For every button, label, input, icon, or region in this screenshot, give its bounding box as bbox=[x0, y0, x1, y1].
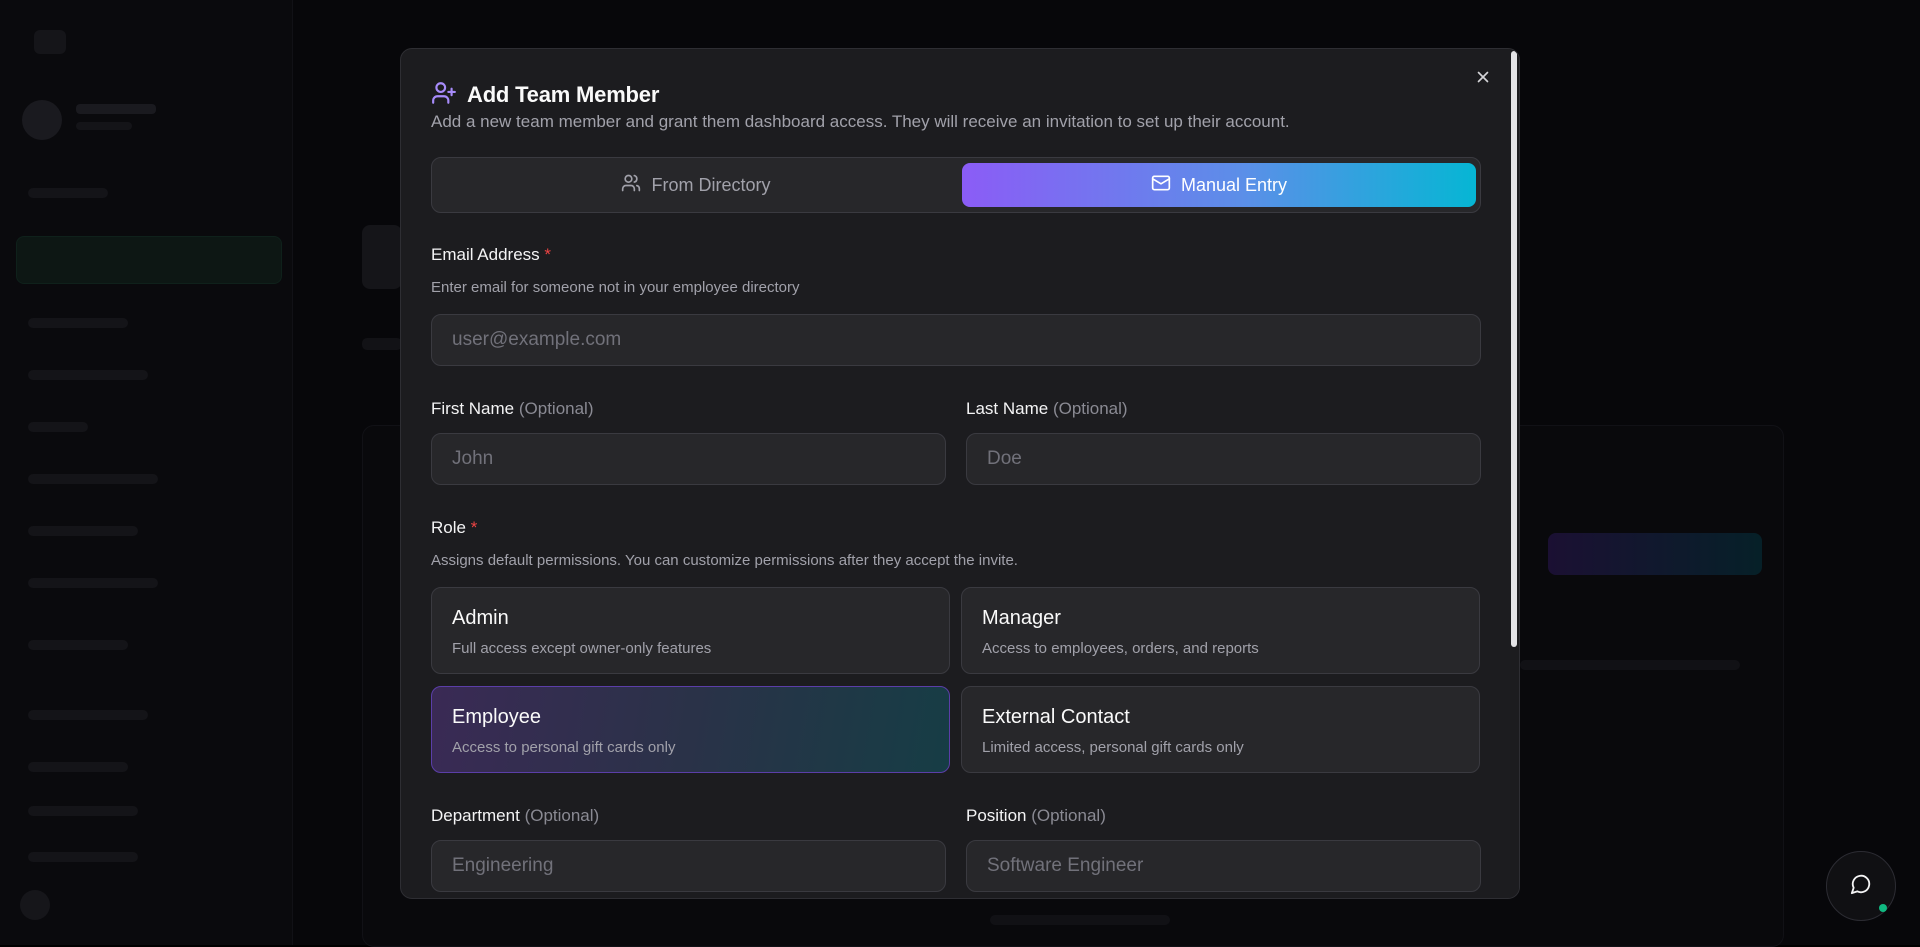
tab-from-directory-label: From Directory bbox=[651, 174, 771, 195]
department-label-text: Department bbox=[431, 806, 520, 825]
role-option-description: Limited access, personal gift cards only bbox=[982, 739, 1244, 756]
optional-marker: (Optional) bbox=[524, 806, 600, 825]
position-field[interactable] bbox=[966, 840, 1481, 892]
optional-marker: (Optional) bbox=[518, 399, 594, 418]
email-field[interactable] bbox=[431, 314, 1481, 366]
chat-bubble-icon bbox=[1850, 873, 1872, 900]
background-user-avatar bbox=[22, 100, 62, 140]
role-option-name: Manager bbox=[982, 607, 1061, 629]
background-nav-item bbox=[28, 526, 138, 536]
close-icon bbox=[1474, 68, 1492, 91]
email-label: Email Address * bbox=[431, 245, 551, 265]
background-user-name bbox=[76, 104, 156, 114]
background-logo bbox=[34, 30, 66, 54]
add-team-member-dialog: Add Team Member Add a new team member an… bbox=[400, 48, 1520, 899]
entry-mode-tabs: From Directory Manual Entry bbox=[431, 157, 1481, 213]
role-option-name: External Contact bbox=[982, 706, 1130, 728]
first-name-label: First Name (Optional) bbox=[431, 399, 594, 419]
first-name-label-text: First Name bbox=[431, 399, 515, 418]
background-nav-item bbox=[28, 474, 158, 484]
tab-manual-entry-label: Manual Entry bbox=[1180, 174, 1288, 195]
background-row bbox=[1520, 660, 1740, 670]
online-status-dot bbox=[1879, 904, 1887, 912]
background-nav-item bbox=[28, 710, 148, 720]
email-label-text: Email Address bbox=[431, 245, 540, 264]
role-option-manager[interactable]: Manager Access to employees, orders, and… bbox=[961, 587, 1480, 674]
background-nav-item bbox=[28, 852, 138, 862]
background-nav-item bbox=[28, 370, 148, 380]
tab-manual-entry[interactable]: Manual Entry bbox=[962, 163, 1476, 207]
last-name-label: Last Name (Optional) bbox=[966, 399, 1128, 419]
role-option-description: Full access except owner-only features bbox=[452, 640, 712, 657]
role-option-external-contact[interactable]: External Contact Limited access, persona… bbox=[961, 686, 1480, 773]
background-nav-item bbox=[28, 762, 128, 772]
background-nav-item bbox=[28, 578, 158, 588]
role-option-name: Employee bbox=[452, 706, 541, 728]
background-nav-item bbox=[28, 188, 108, 198]
last-name-field[interactable] bbox=[966, 433, 1481, 485]
position-label: Position (Optional) bbox=[966, 806, 1106, 826]
required-marker: * bbox=[544, 245, 552, 264]
role-option-description: Access to personal gift cards only bbox=[452, 739, 676, 756]
department-field[interactable] bbox=[431, 840, 946, 892]
role-option-description: Access to employees, orders, and reports bbox=[982, 640, 1259, 657]
last-name-label-text: Last Name bbox=[966, 399, 1049, 418]
role-option-name: Admin bbox=[452, 607, 509, 629]
department-label: Department (Optional) bbox=[431, 806, 599, 826]
background-page-subtitle bbox=[362, 338, 402, 350]
tab-from-directory[interactable]: From Directory bbox=[437, 163, 955, 207]
background-sidebar bbox=[0, 0, 293, 945]
optional-marker: (Optional) bbox=[1031, 806, 1106, 825]
background-nav-item bbox=[28, 422, 88, 432]
dialog-description: Add a new team member and grant them das… bbox=[431, 112, 1290, 131]
chat-widget-button[interactable] bbox=[1826, 851, 1896, 921]
optional-marker: (Optional) bbox=[1052, 399, 1128, 418]
dialog-header: Add Team Member bbox=[431, 77, 659, 113]
background-nav-item bbox=[28, 640, 128, 650]
dialog-scrollbar[interactable] bbox=[1509, 49, 1519, 898]
background-nav-active bbox=[16, 236, 282, 284]
users-icon bbox=[621, 173, 641, 198]
dialog-title: Add Team Member bbox=[467, 82, 660, 107]
first-name-field[interactable] bbox=[431, 433, 946, 485]
background-nav-item bbox=[28, 806, 138, 816]
user-plus-icon bbox=[431, 80, 457, 111]
role-label-text: Role bbox=[431, 518, 466, 537]
background-footer-avatar bbox=[20, 890, 50, 920]
background-user-subtitle bbox=[76, 122, 132, 130]
role-helper-text: Assigns default permissions. You can cus… bbox=[431, 552, 1018, 569]
role-label: Role * bbox=[431, 518, 477, 538]
role-option-admin[interactable]: Admin Full access except owner-only feat… bbox=[431, 587, 950, 674]
email-helper-text: Enter email for someone not in your empl… bbox=[431, 279, 800, 296]
background-row bbox=[990, 915, 1170, 925]
dialog-scrollbar-thumb[interactable] bbox=[1511, 51, 1517, 647]
close-button[interactable] bbox=[1472, 68, 1494, 90]
role-option-employee[interactable]: Employee Access to personal gift cards o… bbox=[431, 686, 950, 773]
required-marker: * bbox=[470, 518, 478, 537]
mail-icon bbox=[1151, 173, 1171, 198]
position-label-text: Position bbox=[966, 806, 1027, 825]
background-page-title bbox=[362, 225, 402, 289]
background-nav-item bbox=[28, 318, 128, 328]
background-action-button bbox=[1548, 533, 1762, 575]
